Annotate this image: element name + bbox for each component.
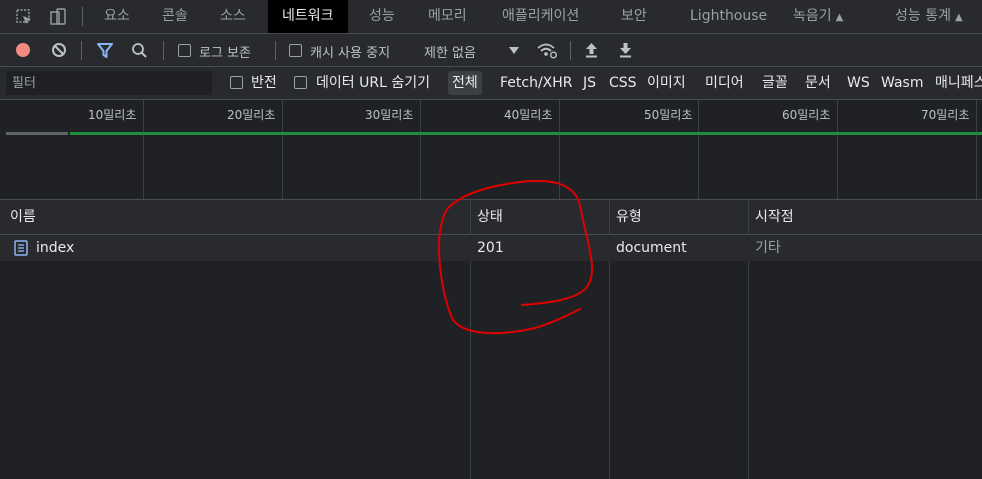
filter-type-css[interactable]: CSS [609,71,637,95]
tab-console[interactable]: 콘솔 [162,0,188,33]
timeline-tick: 40밀리초 [504,108,553,122]
timeline-gridline [420,100,421,199]
timeline-gridline [143,100,144,199]
tab-recorder[interactable]: 녹음기 ▲ [793,0,843,33]
timeline-tick: 30밀리초 [365,108,414,122]
timeline-request-bar [70,132,982,135]
timeline-waiting-bar [6,132,68,135]
column-header-status[interactable]: 상태 [477,200,503,234]
timeline-gridline [282,100,283,199]
hide-data-urls-checkbox[interactable] [294,76,307,89]
network-toolbar: 로그 보존 캐시 사용 중지 제한 없음 [0,34,982,67]
tab-performance[interactable]: 성능 [369,0,395,33]
record-icon[interactable] [15,42,31,58]
tabbar-divider [82,7,83,26]
tab-application[interactable]: 애플리케이션 [502,0,579,33]
tab-elements[interactable]: 요소 [104,0,130,33]
column-header-name[interactable]: 이름 [10,200,36,234]
timeline-gridline [837,100,838,199]
disable-cache-label: 캐시 사용 중지 [310,46,391,61]
filter-type-all[interactable]: 전체 [448,71,482,95]
hide-data-urls-label: 데이터 URL 숨기기 [316,75,430,91]
timeline-overview[interactable]: 10밀리초 20밀리초 30밀리초 40밀리초 50밀리초 60밀리초 70밀리… [0,100,982,200]
timeline-gridline [559,100,560,199]
filter-type-wasm[interactable]: Wasm [881,71,923,95]
filter-type-doc[interactable]: 문서 [805,71,831,95]
filter-type-js[interactable]: JS [583,71,596,95]
tab-performance-insights-label: 성능 통계 [895,8,951,24]
search-icon[interactable] [131,42,148,59]
filter-type-fetch-xhr[interactable]: Fetch/XHR [500,71,573,95]
filter-input[interactable] [6,71,212,95]
filter-type-ws[interactable]: WS [847,71,870,95]
import-har-icon[interactable] [584,42,599,58]
timeline-tick: 10밀리초 [88,108,137,122]
timeline-gridline [698,100,699,199]
toolbar-divider [570,41,571,60]
column-header-initiator[interactable]: 시작점 [755,200,794,234]
invert-label: 반전 [251,75,277,91]
chevron-down-icon[interactable] [509,47,519,55]
filter-type-manifest[interactable]: 매니페스 [935,71,982,95]
request-name[interactable]: index [36,235,74,261]
tab-lighthouse[interactable]: Lighthouse [690,0,767,33]
devtools-tabbar: 요소 콘솔 소스 네트워크 성능 메모리 애플리케이션 보안 Lighthous… [0,0,982,34]
timeline-tick: 70밀리초 [921,108,970,122]
request-type: document [616,240,687,256]
toolbar-divider [275,41,276,60]
toolbar-divider [81,41,82,60]
tab-recorder-label: 녹음기 [793,8,832,24]
flask-icon: ▲ [954,12,963,23]
device-toolbar-icon[interactable] [48,7,68,27]
request-initiator: 기타 [755,240,781,256]
filter-icon[interactable] [96,42,114,59]
tab-network[interactable]: 네트워크 [268,0,348,33]
column-header-type[interactable]: 유형 [616,200,642,234]
document-icon [14,240,28,256]
tab-memory[interactable]: 메모리 [428,0,467,33]
preserve-log-checkbox[interactable] [178,44,191,57]
throttling-select[interactable]: 제한 없음 [424,42,476,61]
toolbar-divider [163,41,164,60]
network-filterbar: 반전 데이터 URL 숨기기 전체 Fetch/XHR JS CSS 이미지 미… [0,67,982,100]
tab-performance-insights[interactable]: 성능 통계 ▲ [895,0,963,33]
requests-table: 이름 상태 유형 시작점 index 201 document 기타 [0,200,982,479]
timeline-tick: 20밀리초 [227,108,276,122]
invert-checkbox[interactable] [230,76,243,89]
filter-type-media[interactable]: 미디어 [705,71,744,95]
inspect-element-icon[interactable] [14,7,34,27]
tab-security[interactable]: 보안 [621,0,647,33]
disable-cache-checkbox[interactable] [289,44,302,57]
network-conditions-icon[interactable] [536,41,558,59]
filter-type-font[interactable]: 글꼴 [762,71,788,95]
timeline-gridline [976,100,977,199]
timeline-tick: 50밀리초 [644,108,693,122]
timeline-tick: 60밀리초 [782,108,831,122]
tab-sources[interactable]: 소스 [220,0,246,33]
clear-icon[interactable] [51,42,67,58]
request-status: 201 [477,240,504,256]
filter-type-img[interactable]: 이미지 [647,71,686,95]
flask-icon: ▲ [835,12,844,23]
preserve-log-label: 로그 보존 [199,46,251,61]
export-har-icon[interactable] [618,42,633,58]
